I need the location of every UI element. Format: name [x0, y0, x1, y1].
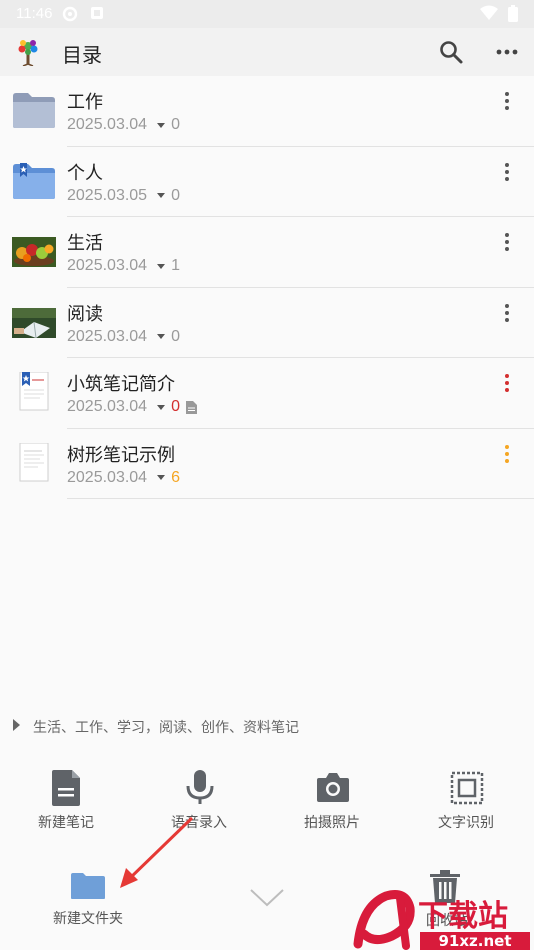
item-count: 0 [171, 398, 180, 415]
item-date: 2025.03.04 [67, 327, 148, 345]
caret-down-icon [157, 404, 166, 410]
list-item[interactable]: 工作 2025.03.04 0 [0, 76, 534, 147]
item-name: 阅读 [67, 303, 103, 324]
new-note-button[interactable]: 新建笔记 [6, 770, 126, 840]
item-date: 2025.03.04 [67, 257, 148, 274]
battery-icon [508, 5, 518, 22]
caret-down-icon [157, 122, 166, 128]
item-count: 0 [171, 327, 180, 345]
item-date: 2025.03.04 [67, 116, 148, 133]
list-item[interactable]: 生活 2025.03.04 1 [0, 217, 534, 288]
catalog-list: 工作 2025.03.04 0 个人 2025.03.05 0 生活 2025.… [0, 76, 534, 499]
search-icon[interactable] [438, 39, 464, 65]
item-more-icon[interactable] [496, 372, 518, 394]
app-bar: 目录 [0, 28, 534, 76]
caret-down-icon [157, 193, 166, 198]
item-name: 小筑笔记简介 [67, 374, 175, 394]
item-meta: 2025.03.04 0 [67, 116, 180, 134]
item-count: 1 [171, 257, 180, 274]
chevron-down-icon[interactable] [248, 885, 286, 909]
take-photo-button[interactable]: 拍摄照片 [272, 770, 392, 840]
voice-input-label: 语音录入 [171, 814, 227, 830]
list-item[interactable]: 阅读 2025.03.04 0 [0, 288, 534, 358]
page-title: 目录 [62, 45, 102, 67]
item-meta: 2025.03.04 1 [67, 257, 180, 275]
category-hint[interactable]: 生活、工作、学习，阅读、创作、资料笔记 [0, 708, 534, 744]
watermark-url-text: 91xz.net [438, 932, 511, 950]
sync-icon [62, 6, 78, 22]
wifi-icon [480, 5, 498, 20]
bookmark-note-icon [19, 372, 49, 411]
site-watermark-logo: 下载站 91xz.net [353, 890, 530, 950]
item-more-icon[interactable] [496, 302, 518, 324]
note-page-icon [19, 442, 49, 481]
new-folder-label: 新建文件夹 [53, 910, 123, 926]
list-item[interactable]: 树形笔记示例 2025.03.04 6 [0, 429, 534, 499]
document-icon [185, 400, 197, 414]
item-meta: 2025.03.04 0 [67, 328, 180, 346]
camera-icon [317, 773, 349, 802]
folder-icon [13, 93, 55, 128]
ocr-label: 文字识别 [438, 814, 494, 830]
reading-photo-icon [12, 307, 56, 338]
fruit-photo-icon [12, 237, 56, 267]
item-name: 工作 [67, 92, 103, 112]
item-count: 0 [171, 116, 180, 133]
item-more-icon[interactable] [496, 90, 518, 112]
document-icon [52, 770, 80, 806]
new-note-label: 新建笔记 [38, 814, 94, 830]
hint-text: 生活、工作、学习，阅读、创作、资料笔记 [33, 719, 299, 735]
list-item[interactable]: 小筑笔记简介 2025.03.04 0 [0, 358, 534, 429]
watermark-main-text: 下载站 [418, 899, 508, 934]
list-item[interactable]: 个人 2025.03.05 0 [0, 147, 534, 217]
item-more-icon[interactable] [496, 161, 518, 183]
more-menu-icon[interactable] [494, 39, 520, 65]
folder-icon [71, 873, 105, 899]
tree-logo-icon [18, 40, 38, 66]
bookmark-folder-icon [13, 162, 55, 199]
item-date: 2025.03.05 [67, 186, 148, 204]
caret-down-icon [157, 475, 166, 480]
caret-down-icon [157, 334, 166, 339]
item-count: 6 [171, 468, 180, 486]
item-name: 个人 [67, 162, 103, 183]
expand-triangle-icon [13, 719, 20, 731]
new-folder-button[interactable]: 新建文件夹 [28, 868, 148, 928]
text-recognition-icon [450, 771, 484, 805]
caret-down-icon [157, 263, 166, 269]
status-time: 11:46 [16, 5, 53, 22]
status-right [480, 5, 518, 22]
item-name: 生活 [67, 233, 103, 253]
status-bar: 11:46 [0, 0, 534, 28]
item-more-icon[interactable] [496, 231, 518, 253]
voice-input-button[interactable]: 语音录入 [139, 770, 259, 840]
item-meta: 2025.03.04 6 [67, 469, 180, 487]
microphone-icon [186, 770, 214, 804]
item-name: 树形笔记示例 [67, 444, 175, 465]
notification-square-icon [91, 7, 103, 19]
item-date: 2025.03.04 [67, 468, 148, 486]
item-meta: 2025.03.05 0 [67, 187, 180, 205]
divider [67, 498, 534, 499]
item-meta: 2025.03.04 0 [67, 398, 197, 416]
status-icons [62, 6, 104, 22]
item-count: 0 [171, 186, 180, 204]
take-photo-label: 拍摄照片 [304, 814, 360, 830]
item-more-icon[interactable] [496, 443, 518, 465]
item-date: 2025.03.04 [67, 398, 148, 415]
ocr-button[interactable]: 文字识别 [406, 770, 526, 840]
